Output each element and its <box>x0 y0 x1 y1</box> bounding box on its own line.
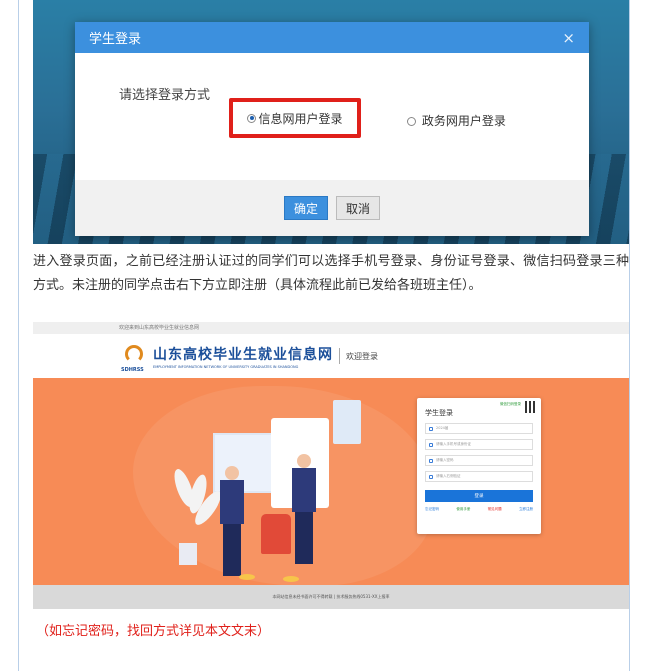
close-icon[interactable]: × <box>562 29 575 47</box>
captcha-input[interactable]: 请输入右侧验证 <box>425 471 533 482</box>
student-login-card: 微信扫码登录 学生登录 2024届 请输入手机号或身份证 请输入密码 请输入右侧… <box>417 398 541 534</box>
header-divider <box>339 348 340 364</box>
graduation-year-select[interactable]: 2024届 <box>425 423 533 434</box>
option-info-net-highlight[interactable]: 信息网用户登录 <box>229 98 361 138</box>
graduation-year-value: 2024届 <box>436 426 449 430</box>
option-info-net-label: 信息网用户登录 <box>258 111 343 126</box>
calendar-icon <box>429 426 433 431</box>
site-header: SDHRSS 山东高校毕业生就业信息网 EMPLOYMENT INFORMATI… <box>33 334 629 378</box>
dialog-title: 学生登录 <box>89 32 142 47</box>
site-title-block: 山东高校毕业生就业信息网 EMPLOYMENT INFORMATION NETW… <box>153 344 333 369</box>
user-icon <box>429 442 433 447</box>
login-method-dialog: 学生登录 × 请选择登录方式 信息网用户登录 政务网用户登录 确定 取消 <box>75 22 589 236</box>
qr-code-icon[interactable] <box>525 401 537 413</box>
site-login-screenshot: 欢迎来到山东高校毕业生就业信息网 SDHRSS 山东高校毕业生就业信息网 EMP… <box>33 322 629 609</box>
account-input[interactable]: 请输入手机号或身份证 <box>425 439 533 450</box>
radio-selected-icon[interactable] <box>247 113 257 123</box>
site-logo-icon: SDHRSS <box>121 345 147 373</box>
instruction-paragraph: 进入登录页面，之前已经注册认证过的同学们可以选择手机号登录、身份证号登录、微信扫… <box>33 254 629 293</box>
shield-icon <box>429 474 433 479</box>
login-card-title: 学生登录 <box>425 409 453 417</box>
vase-illustration <box>179 543 197 565</box>
dialog-footer: 确定 取消 <box>75 180 589 236</box>
forgot-password-link[interactable]: 忘记密码 <box>425 507 439 512</box>
site-title: 山东高校毕业生就业信息网 <box>153 346 333 363</box>
person-illustration-left <box>219 466 245 576</box>
plant-illustration <box>170 466 226 548</box>
option-gov-net-label: 政务网用户登录 <box>421 114 506 128</box>
site-footer: 本网站信息未经书面许可不得转载 | 技术服务热线0531-XX上报率 <box>33 585 629 609</box>
logo-abbr: SDHRSS <box>121 367 144 373</box>
forgot-password-note: （如忘记密码，找回方式详见本文文末） <box>36 624 271 639</box>
captcha-placeholder: 请输入右侧验证 <box>436 474 461 478</box>
login-button[interactable]: 登录 <box>425 490 533 502</box>
account-placeholder: 请输入手机号或身份证 <box>436 442 471 446</box>
hero-banner: 微信扫码登录 学生登录 2024届 请输入手机号或身份证 请输入密码 请输入右侧… <box>33 378 629 585</box>
dialog-header: 学生登录 × <box>75 22 589 53</box>
seated-person-illustration <box>261 514 291 554</box>
password-input[interactable]: 请输入密码 <box>425 455 533 466</box>
wechat-qr-tag[interactable]: 微信扫码登录 <box>500 402 521 407</box>
password-placeholder: 请输入密码 <box>436 458 454 462</box>
user-manual-link[interactable]: 使用手册 <box>456 507 470 512</box>
radio-unselected-icon[interactable] <box>407 117 416 126</box>
site-top-welcome: 欢迎来到山东高校毕业生就业信息网 <box>33 322 629 334</box>
coin-illustration <box>283 576 299 582</box>
welcome-login-text: 欢迎登录 <box>346 351 378 361</box>
person-illustration-right <box>291 454 319 574</box>
confirm-button[interactable]: 确定 <box>284 196 328 220</box>
site-subtitle: EMPLOYMENT INFORMATION NETWORK OF UNIVER… <box>153 364 299 369</box>
illustration-card <box>333 400 361 444</box>
coin-illustration <box>239 574 255 580</box>
faq-link[interactable]: 常见问题 <box>488 507 502 512</box>
cancel-button[interactable]: 取消 <box>336 196 380 220</box>
login-links: 忘记密码 使用手册 常见问题 立即注册 <box>425 507 533 512</box>
dialog-prompt: 请选择登录方式 <box>119 88 211 103</box>
login-method-screenshot: 学生登录 × 请选择登录方式 信息网用户登录 政务网用户登录 确定 取消 <box>33 0 629 244</box>
option-gov-net[interactable]: 政务网用户登录 <box>407 112 506 129</box>
register-link[interactable]: 立即注册 <box>519 507 533 512</box>
lock-icon <box>429 458 433 463</box>
